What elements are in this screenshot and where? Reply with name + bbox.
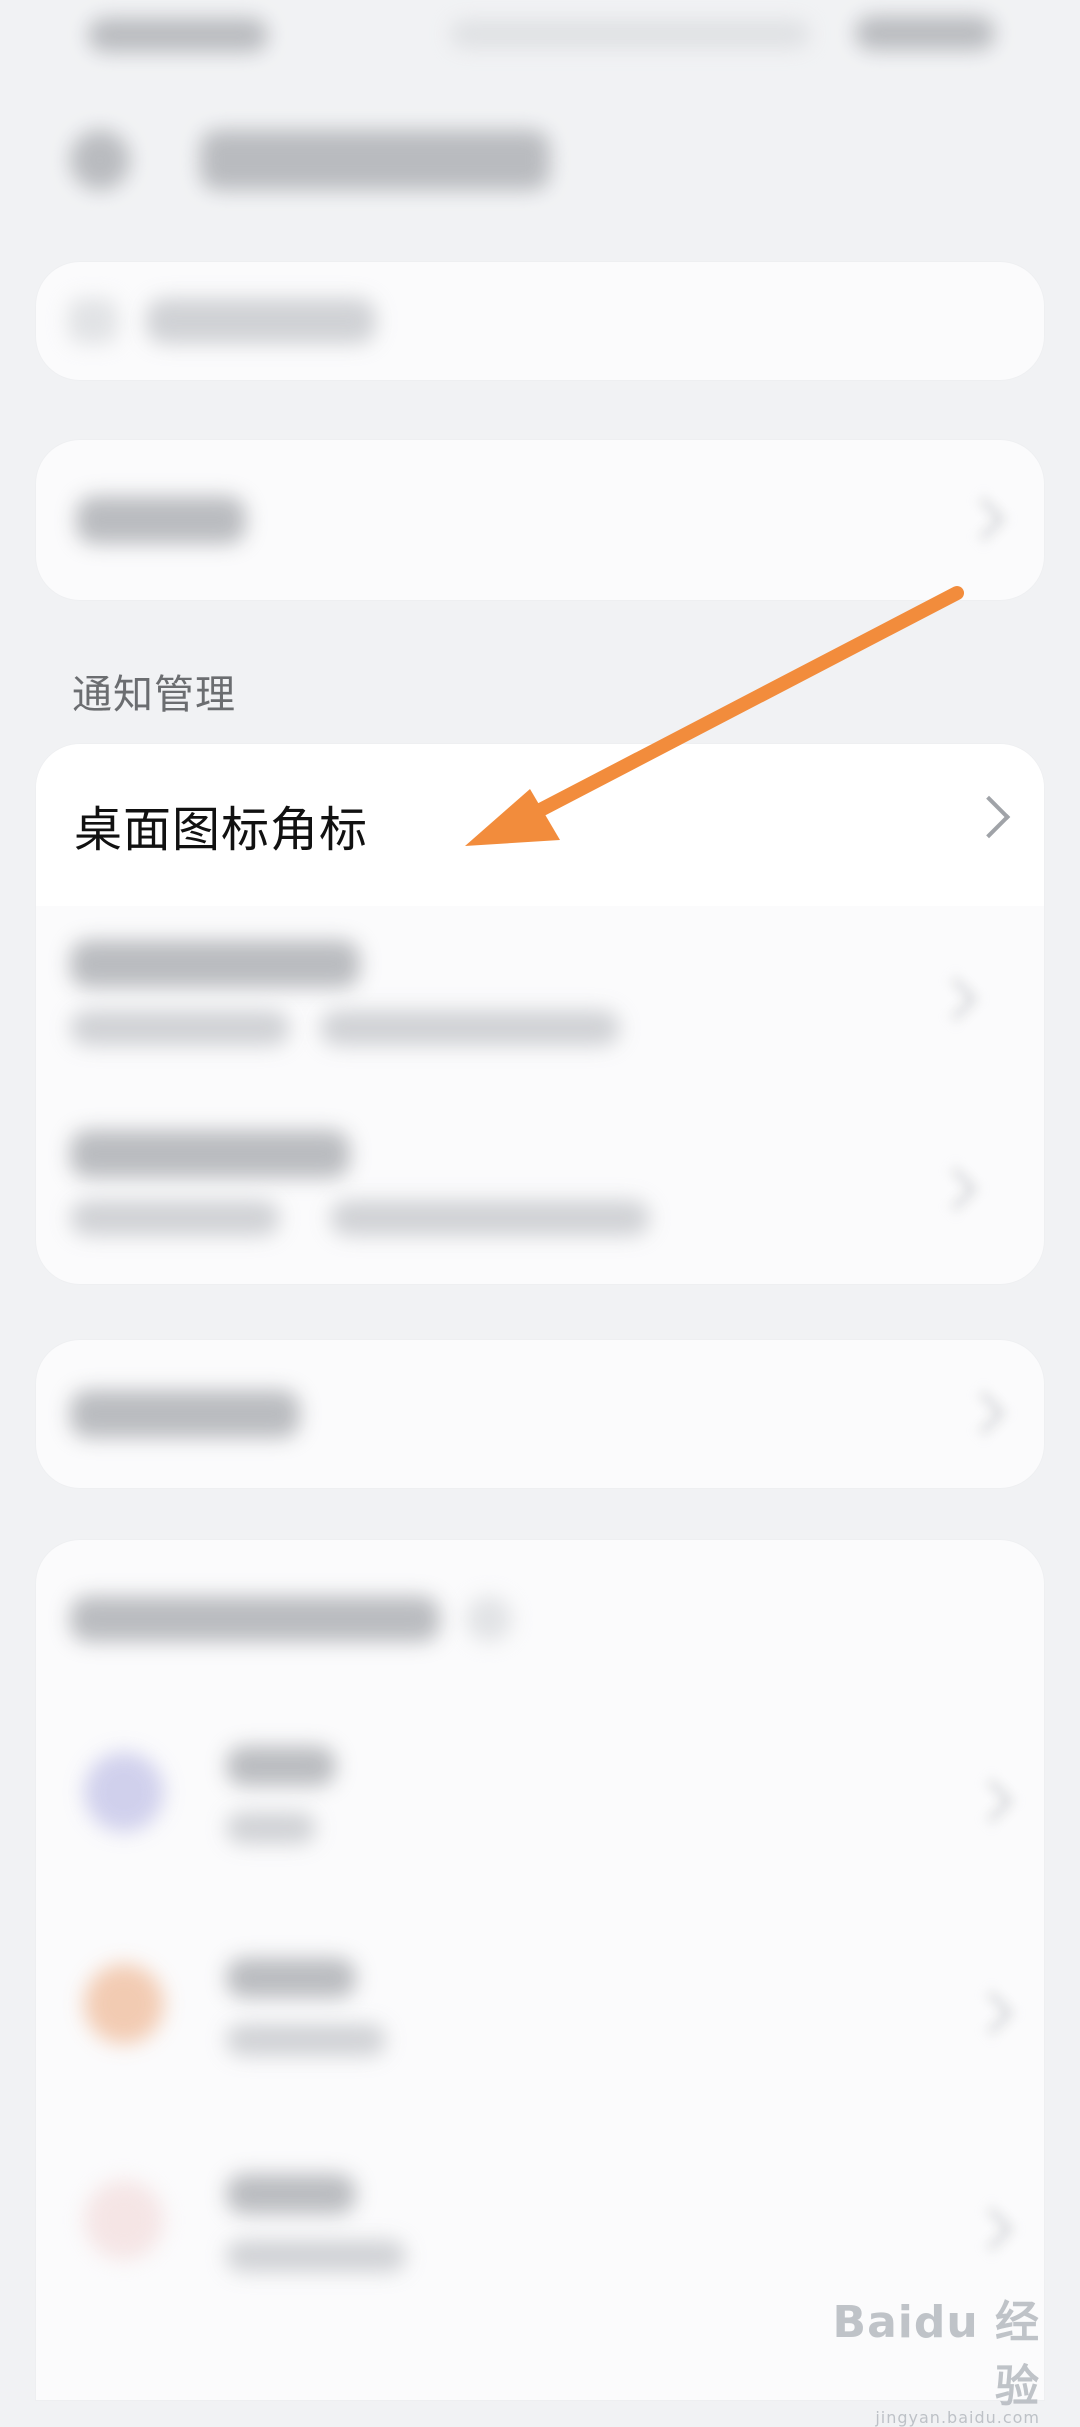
status-bar <box>0 0 1080 70</box>
app1-sub-blur <box>226 1812 316 1844</box>
app-info-card[interactable] <box>36 262 1044 380</box>
toggle-label-blur <box>76 496 246 544</box>
app1-chevron-icon <box>969 1779 1013 1823</box>
app2-sub-blur <box>226 2024 386 2056</box>
row3-title-blur <box>70 1130 350 1178</box>
battery-icon <box>855 16 995 50</box>
apps-list-card <box>36 1540 1044 2400</box>
app-icon-small <box>68 298 118 344</box>
watermark-baidu: Baidu 经验 jingyan.baidu.com <box>800 2286 1040 2427</box>
app3-icon <box>84 2180 164 2260</box>
secondary-chevron-icon <box>961 1391 1005 1435</box>
app2-chevron-icon <box>969 1991 1013 2035</box>
status-time <box>88 18 268 52</box>
app1-name-blur <box>226 1746 336 1786</box>
row2-sub1-blur <box>70 1010 290 1046</box>
row3-sub1-blur <box>70 1200 280 1236</box>
secondary-card[interactable] <box>36 1340 1044 1488</box>
toggle-chevron-icon <box>961 497 1005 541</box>
apps-list-info-icon <box>466 1596 512 1642</box>
row2-title-blur <box>70 940 360 988</box>
back-arrow-icon[interactable] <box>70 130 130 190</box>
section-title: 通知管理 <box>72 672 236 718</box>
app-bar <box>0 90 1080 230</box>
notification-toggle-card[interactable] <box>36 440 1044 600</box>
secondary-label-blur <box>70 1390 300 1438</box>
app2-name-blur <box>226 1958 356 1998</box>
app3-chevron-icon <box>969 2207 1013 2251</box>
app3-name-blur <box>226 2174 356 2214</box>
watermark-sub: jingyan.baidu.com <box>875 2408 1040 2427</box>
row2-sub2-blur <box>320 1010 620 1046</box>
watermark-main: Baidu 经验 <box>832 2297 1040 2412</box>
app2-icon <box>84 1964 164 2044</box>
desktop-icon-badge-label: 桌面图标角标 <box>74 802 369 858</box>
apps-list-header-blur <box>70 1596 440 1642</box>
app3-sub-blur <box>226 2240 406 2272</box>
row3-sub2-blur <box>330 1200 650 1236</box>
page-title <box>200 130 550 190</box>
desktop-icon-badge-row[interactable]: 桌面图标角标 <box>36 744 1044 906</box>
app-name-blur <box>146 298 376 344</box>
status-icons <box>450 20 810 48</box>
app1-icon <box>84 1752 164 1832</box>
chevron-right-icon <box>967 795 1011 839</box>
